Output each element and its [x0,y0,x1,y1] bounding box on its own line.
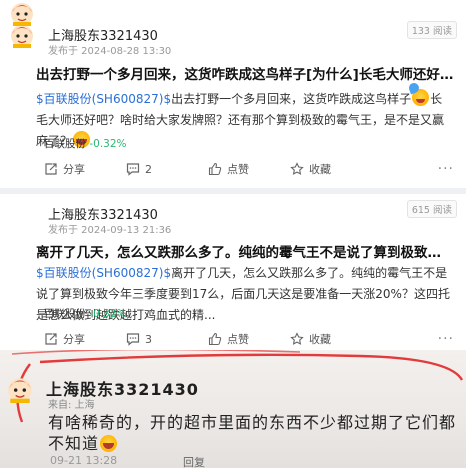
favorite-icon [290,332,304,345]
favorite-label: 收藏 [309,333,331,346]
photo-time: 09-21 13:28 [50,454,118,467]
action-bar: 分享 2 点赞 收藏 ··· [44,159,454,179]
like-label: 点赞 [227,163,249,176]
view-count: 615 阅读 [406,200,457,218]
stock-tag-change: -0.32% [89,308,127,320]
stock-tag-name: 百联股份 [44,138,86,150]
publish-time: 发布于 2024-09-13 21:36 [48,225,172,236]
photo-comment-text: 有啥稀奇的，开的超市里面的东西不少都过期了它们都不知道 [48,412,460,454]
avatar-cartoon-icon [8,378,32,403]
share-icon [45,333,57,345]
more-icon[interactable]: ··· [438,161,454,177]
photo-location: 来自: 上海 [48,400,95,411]
favorite-label: 收藏 [309,163,331,176]
like-icon [208,162,222,176]
comment-count: 3 [145,332,152,346]
stock-link[interactable]: $百联股份(SH600827)$ [36,92,171,106]
action-bar: 分享 3 点赞 收藏 ··· [44,329,454,349]
like-label: 点赞 [227,333,249,346]
like-icon [208,332,222,346]
comment-photo: 上海股东3321430 来自: 上海 有啥稀奇的，开的超市里面的东西不少都过期了… [0,350,466,468]
body-text: 出去打野一个多月回来，这货咋跌成这鸟样子 [171,92,412,106]
stock-link[interactable]: $百联股份(SH600827)$ [36,266,171,280]
stock-tag[interactable]: 百联股份 -0.32% [44,136,127,151]
photo-reply: 回复 [183,456,205,468]
stock-tag-name: 百联股份 [44,308,86,320]
comment-count: 2 [145,162,152,176]
post-card[interactable]: 上海股东3321430 发布于 2024-08-28 13:30 133 阅读 … [0,0,466,188]
post-card[interactable]: 上海股东3321430 发布于 2024-09-13 21:36 615 阅读 … [0,194,466,350]
stock-tag-change: -0.32% [89,138,127,150]
publish-time: 发布于 2024-08-28 13:30 [48,46,172,57]
view-count: 133 阅读 [406,21,457,39]
smile-emoji-icon [100,435,118,452]
post-title[interactable]: 出去打野一个多月回来，这货咋跌成这鸟样子[为什么]长毛大师还好吧？啥时给... [36,63,454,83]
share-label: 分享 [63,163,85,176]
share-button[interactable]: 分享 [44,161,126,177]
more-icon[interactable]: ··· [438,331,454,347]
comment-button[interactable]: 2 [126,162,208,176]
post-title[interactable]: 离开了几天，怎么又跌那么多了。纯纯的霉气王不是说了算到极致今年三季度要... [36,241,454,261]
comment-button[interactable]: 3 [126,332,208,346]
crazy-emoji-icon [412,89,430,106]
stock-tag[interactable]: 百联股份 -0.32% [44,306,127,321]
share-icon [45,163,57,175]
like-button[interactable]: 点赞 [208,161,290,177]
share-button[interactable]: 分享 [44,331,126,347]
favorite-icon [290,162,304,175]
avatar-cartoon-icon[interactable] [9,0,35,26]
favorite-button[interactable]: 收藏 [290,331,372,347]
comment-icon [126,163,140,176]
favorite-button[interactable]: 收藏 [290,161,372,177]
like-button[interactable]: 点赞 [208,331,290,347]
share-label: 分享 [63,333,85,346]
comment-icon [126,333,140,346]
